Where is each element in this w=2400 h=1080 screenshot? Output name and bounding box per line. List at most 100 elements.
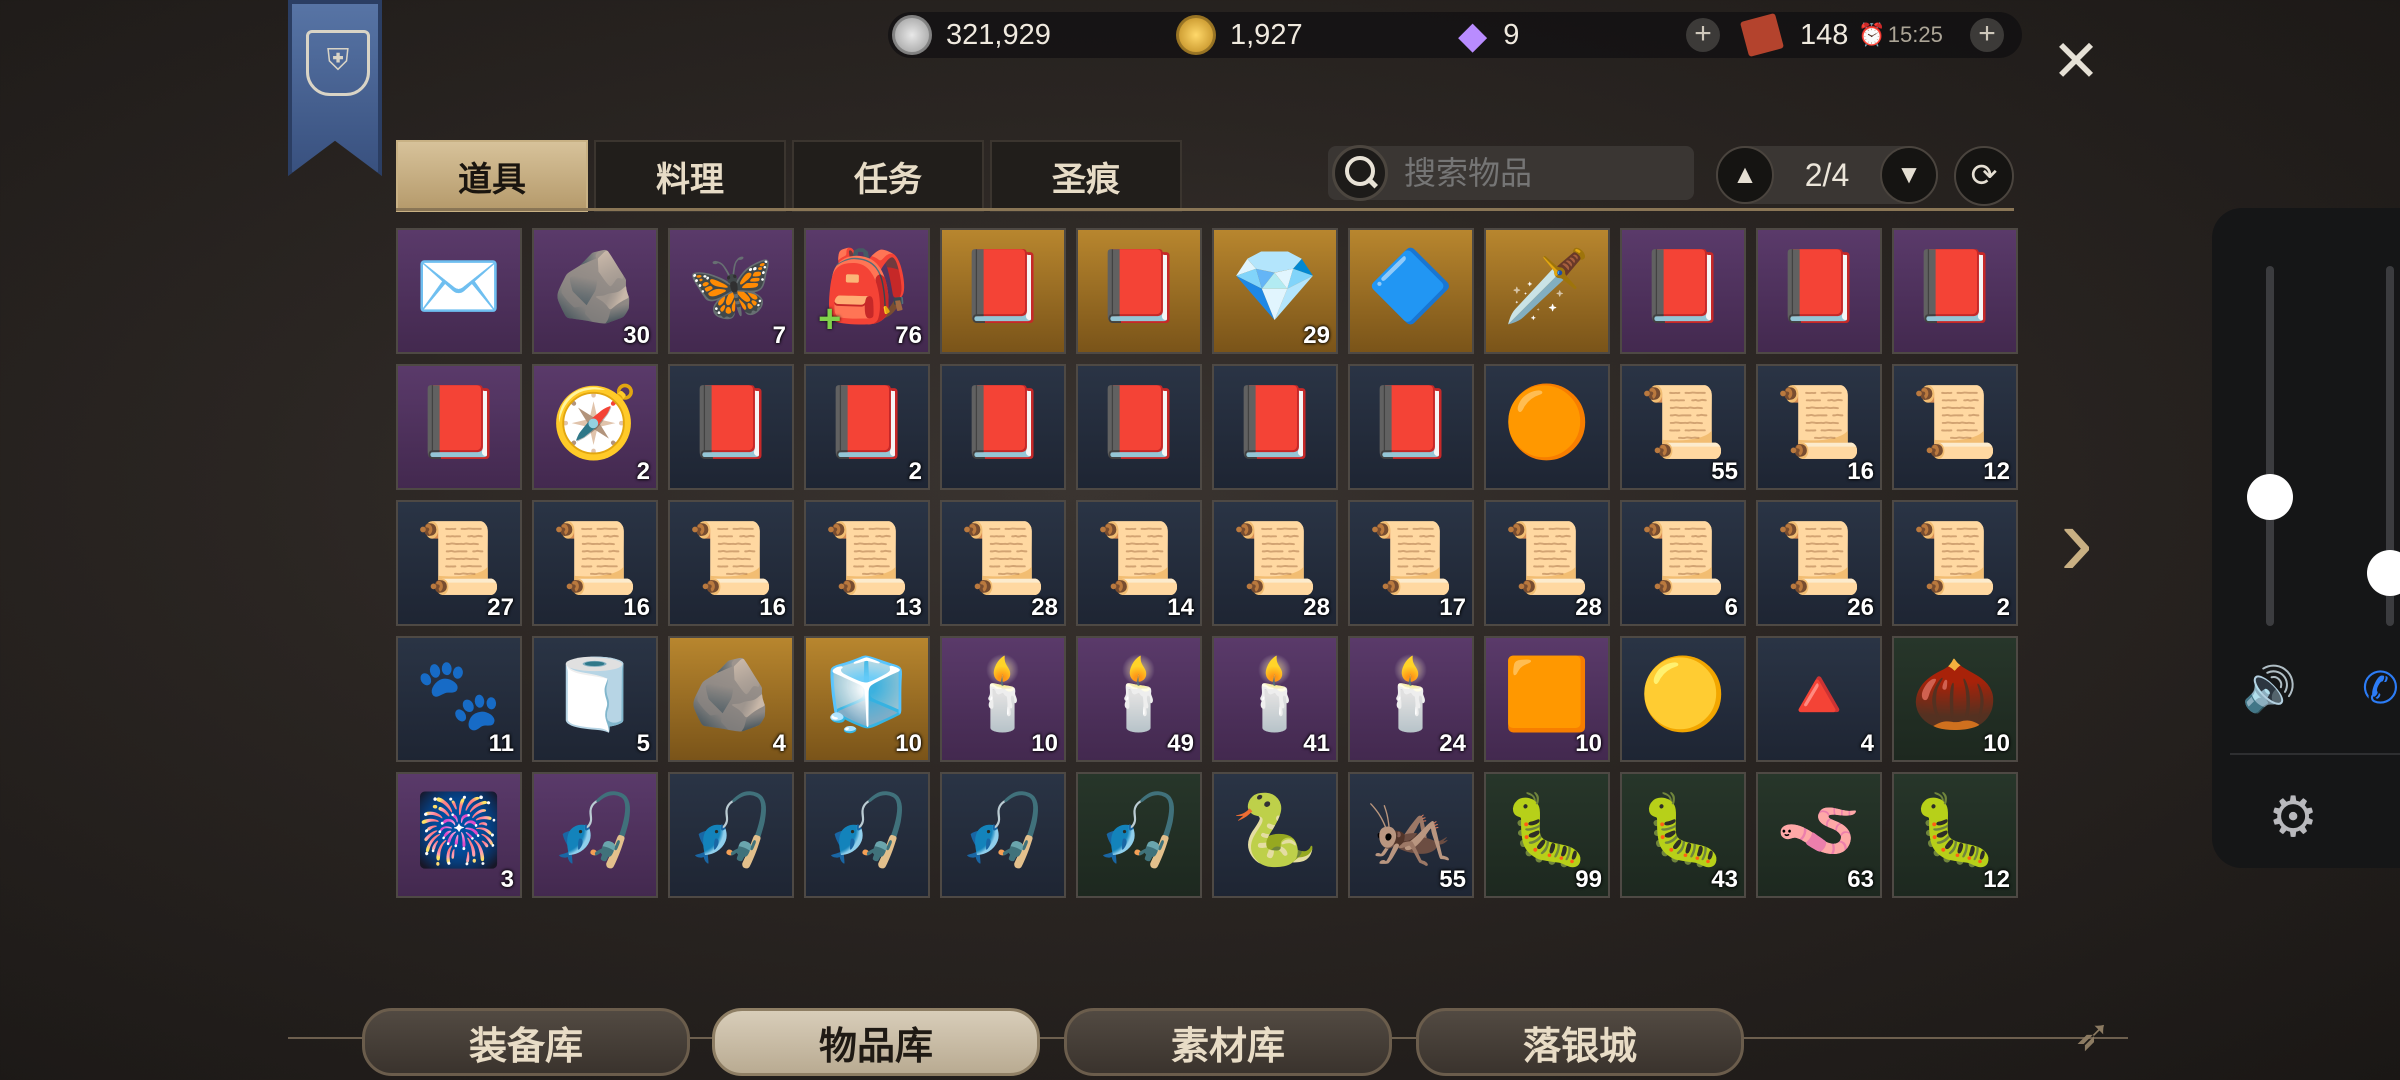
add-gems-button[interactable]: + bbox=[1686, 18, 1720, 52]
item-count: 6 bbox=[1724, 594, 1738, 621]
inventory-slot[interactable]: 🧻 5 bbox=[532, 636, 658, 762]
inventory-slot[interactable]: 🦋 7 bbox=[668, 228, 794, 354]
inventory-slot[interactable]: 📕 bbox=[1348, 364, 1474, 490]
search-icon[interactable] bbox=[1332, 145, 1388, 201]
inventory-slot[interactable]: 📜 16 bbox=[532, 500, 658, 626]
inventory-slot[interactable]: 🎣 bbox=[804, 772, 930, 898]
guild-banner[interactable]: ⛨ bbox=[288, 0, 382, 176]
item-icon: 📕 bbox=[415, 383, 503, 462]
item-icon: 🎣 bbox=[1095, 791, 1183, 870]
tab-items[interactable]: 道具 bbox=[396, 140, 588, 212]
inventory-slot[interactable]: 📜 6 bbox=[1620, 500, 1746, 626]
refresh-icon[interactable]: ⟳ bbox=[1954, 146, 2014, 206]
item-count: 12 bbox=[1983, 866, 2010, 893]
inventory-slot[interactable]: 📕 bbox=[1076, 364, 1202, 490]
inventory-slot[interactable]: 🧭 2 bbox=[532, 364, 658, 490]
inventory-slot[interactable]: 📜 16 bbox=[668, 500, 794, 626]
item-icon: 🟡 bbox=[1639, 655, 1727, 734]
inventory-slot[interactable]: 🐛 43 bbox=[1620, 772, 1746, 898]
inventory-slot[interactable]: 🔷 bbox=[1348, 228, 1474, 354]
item-icon: 📜 bbox=[1911, 383, 1999, 462]
inventory-slot[interactable]: 📕 bbox=[396, 364, 522, 490]
inventory-slot[interactable]: 🪨 30 bbox=[532, 228, 658, 354]
inventory-slot[interactable]: 📜 12 bbox=[1892, 364, 2018, 490]
inventory-slot[interactable]: 🦗 55 bbox=[1348, 772, 1474, 898]
inventory-slot[interactable]: 📜 2 bbox=[1892, 500, 2018, 626]
inventory-slot[interactable]: 💎 29 bbox=[1212, 228, 1338, 354]
tab-stigmata[interactable]: 圣痕 bbox=[990, 140, 1182, 212]
tab-cooking[interactable]: 料理 bbox=[594, 140, 786, 212]
item-icon: 🔺 bbox=[1775, 655, 1863, 734]
bottom-tab-materials[interactable]: 素材库 bbox=[1064, 1008, 1392, 1076]
item-icon: 🟠 bbox=[1503, 383, 1591, 462]
inventory-slot[interactable]: 🕯️ 41 bbox=[1212, 636, 1338, 762]
bottom-tab-equipment[interactable]: 装备库 bbox=[362, 1008, 690, 1076]
inventory-slot[interactable]: 🎒 +76 bbox=[804, 228, 930, 354]
shield-icon: ⛨ bbox=[306, 30, 370, 96]
inventory-slot[interactable]: 🎆 3 bbox=[396, 772, 522, 898]
inventory-slot[interactable]: 📕 bbox=[1620, 228, 1746, 354]
gear-icon[interactable]: ⚙ bbox=[2268, 784, 2318, 850]
inventory-slot[interactable]: 📕 bbox=[1756, 228, 1882, 354]
inventory-slot[interactable]: 🪨 4 bbox=[668, 636, 794, 762]
inventory-slot[interactable]: 🟧 10 bbox=[1484, 636, 1610, 762]
inventory-slot[interactable]: 📜 28 bbox=[940, 500, 1066, 626]
bottom-tab-city[interactable]: 落银城 bbox=[1416, 1008, 1744, 1076]
inventory-slot[interactable]: 📕 bbox=[940, 364, 1066, 490]
inventory-slot[interactable]: 🐾 11 bbox=[396, 636, 522, 762]
inventory-slot[interactable]: 🕯️ 49 bbox=[1076, 636, 1202, 762]
inventory-slot[interactable]: 📜 27 bbox=[396, 500, 522, 626]
inventory-slot[interactable]: 🎣 bbox=[668, 772, 794, 898]
item-count: 28 bbox=[1303, 594, 1330, 621]
item-count: 30 bbox=[623, 322, 650, 349]
inventory-slot[interactable]: 🕯️ 24 bbox=[1348, 636, 1474, 762]
inventory-slot[interactable]: 🎣 bbox=[940, 772, 1066, 898]
inventory-slot[interactable]: 📕 bbox=[1076, 228, 1202, 354]
inventory-slot[interactable]: 📜 17 bbox=[1348, 500, 1474, 626]
item-icon: 📜 bbox=[1775, 383, 1863, 462]
inventory-slot[interactable]: 🪱 63 bbox=[1756, 772, 1882, 898]
inventory-slot[interactable]: 🟠 bbox=[1484, 364, 1610, 490]
inventory-slot[interactable]: 📕 bbox=[668, 364, 794, 490]
bottom-tab-items[interactable]: 物品库 bbox=[712, 1008, 1040, 1076]
inventory-slot[interactable]: 📕 bbox=[1212, 364, 1338, 490]
inventory-slot[interactable]: 🌰 10 bbox=[1892, 636, 2018, 762]
inventory-slot[interactable]: 📜 13 bbox=[804, 500, 930, 626]
inventory-slot[interactable]: 🔺 4 bbox=[1756, 636, 1882, 762]
inventory-slot[interactable]: 🟡 bbox=[1620, 636, 1746, 762]
next-page-arrow-icon[interactable]: › bbox=[2060, 491, 2110, 591]
inventory-slot[interactable]: 🧊 10 bbox=[804, 636, 930, 762]
inventory-slot[interactable]: 🐛 99 bbox=[1484, 772, 1610, 898]
close-icon[interactable]: ✕ bbox=[2048, 33, 2104, 91]
inventory-slot[interactable]: 🕯️ 10 bbox=[940, 636, 1066, 762]
inventory-slot[interactable]: 🐍 bbox=[1212, 772, 1338, 898]
inventory-slot[interactable]: 🎣 bbox=[532, 772, 658, 898]
call-volume-slider-knob[interactable] bbox=[2367, 550, 2400, 596]
inventory-slot[interactable]: 🐛 12 bbox=[1892, 772, 2018, 898]
tab-quest[interactable]: 任务 bbox=[792, 140, 984, 212]
chevron-down-icon[interactable]: ▼ bbox=[1879, 146, 1938, 204]
item-count: 12 bbox=[1983, 458, 2010, 485]
item-icon: 📕 bbox=[1639, 247, 1727, 326]
inventory-slot[interactable]: 🎣 bbox=[1076, 772, 1202, 898]
inventory-slot[interactable]: 📜 16 bbox=[1756, 364, 1882, 490]
volume-slider-track[interactable] bbox=[2266, 266, 2274, 626]
inventory-slot[interactable]: 🗡️ bbox=[1484, 228, 1610, 354]
item-icon: 🦋 bbox=[687, 247, 775, 326]
volume-slider-knob[interactable] bbox=[2247, 474, 2293, 520]
inventory-slot[interactable]: 📜 14 bbox=[1076, 500, 1202, 626]
inventory-slot[interactable]: 📜 28 bbox=[1484, 500, 1610, 626]
inventory-slot[interactable]: 📕 bbox=[940, 228, 1066, 354]
inventory-slot[interactable]: 📕 bbox=[1892, 228, 2018, 354]
add-stamina-button[interactable]: + bbox=[1970, 18, 2004, 52]
inventory-slot[interactable]: 📜 55 bbox=[1620, 364, 1746, 490]
inventory-slot[interactable]: 📜 28 bbox=[1212, 500, 1338, 626]
phone-icon[interactable]: ✆ bbox=[2362, 663, 2399, 714]
inventory-slot[interactable]: 📕 2 bbox=[804, 364, 930, 490]
chevron-up-icon[interactable]: ▲ bbox=[1716, 146, 1774, 204]
inventory-slot[interactable]: 📜 26 bbox=[1756, 500, 1882, 626]
item-icon: 🐾 bbox=[415, 655, 503, 734]
inventory-slot[interactable]: ✉️ bbox=[396, 228, 522, 354]
search-input[interactable] bbox=[1402, 153, 1686, 193]
speaker-icon[interactable]: 🔊 bbox=[2242, 663, 2297, 715]
